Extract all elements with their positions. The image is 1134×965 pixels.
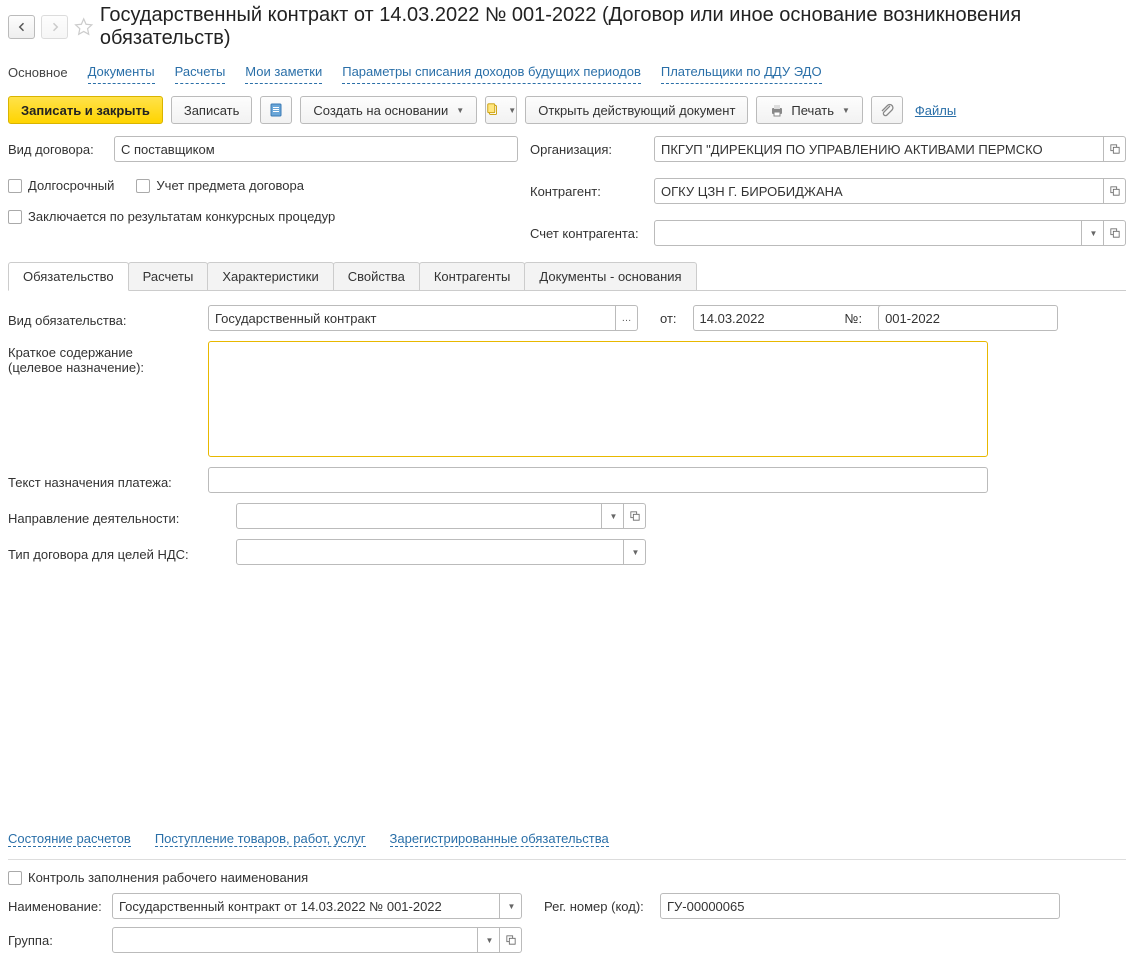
- group-dropdown-button[interactable]: ▼: [478, 927, 500, 953]
- tab-props[interactable]: Свойства: [333, 262, 420, 290]
- page-title: Государственный контракт от 14.03.2022 №…: [100, 4, 1126, 50]
- tab-chars[interactable]: Характеристики: [207, 262, 333, 290]
- report-button[interactable]: [260, 96, 292, 124]
- subject-label[interactable]: Учет предмета договора: [156, 178, 304, 193]
- payment-input[interactable]: [208, 467, 988, 493]
- nav-notes[interactable]: Мои заметки: [245, 60, 322, 84]
- summary-label-2: (целевое назначение):: [8, 360, 198, 375]
- from-label: от:: [660, 311, 677, 326]
- group-input[interactable]: [112, 927, 478, 953]
- account-label: Счет контрагента:: [530, 226, 648, 241]
- reg-label: Рег. номер (код):: [544, 899, 654, 914]
- vat-label: Тип договора для целей НДС:: [8, 543, 226, 562]
- nav-payers[interactable]: Плательщики по ДДУ ЭДО: [661, 60, 822, 84]
- obl-type-input[interactable]: [208, 305, 616, 331]
- tender-checkbox[interactable]: [8, 210, 22, 224]
- tab-counterparties[interactable]: Контрагенты: [419, 262, 526, 290]
- attach-button[interactable]: ▼: [485, 96, 517, 124]
- print-label: Печать: [791, 103, 834, 118]
- files-link[interactable]: Файлы: [915, 103, 956, 118]
- chevron-down-icon: ▼: [456, 106, 464, 115]
- chevron-down-icon: ▼: [842, 106, 850, 115]
- obl-type-more-button[interactable]: …: [616, 305, 638, 331]
- create-based-on-button[interactable]: Создать на основании ▼: [300, 96, 477, 124]
- account-dropdown-button[interactable]: ▼: [1082, 220, 1104, 246]
- account-input[interactable]: [654, 220, 1082, 246]
- chevron-down-icon: ▼: [508, 902, 516, 911]
- summary-label-1: Краткое содержание: [8, 345, 198, 360]
- payment-label: Текст назначения платежа:: [8, 471, 198, 490]
- num-input[interactable]: [878, 305, 1058, 331]
- open-icon: [506, 935, 516, 945]
- direction-open-button[interactable]: [624, 503, 646, 529]
- chevron-down-icon: ▼: [486, 936, 494, 945]
- attachment-button[interactable]: [871, 96, 903, 124]
- arrow-left-icon: [16, 21, 28, 33]
- longterm-label[interactable]: Долгосрочный: [28, 178, 114, 193]
- tender-label[interactable]: Заключается по результатам конкурсных пр…: [28, 209, 335, 224]
- doc-copy-icon: [486, 102, 500, 118]
- reg-input[interactable]: [660, 893, 1060, 919]
- tab-calc[interactable]: Расчеты: [128, 262, 209, 290]
- back-button[interactable]: [8, 15, 35, 39]
- nav-params[interactable]: Параметры списания доходов будущих перио…: [342, 60, 641, 84]
- save-button[interactable]: Записать: [171, 96, 253, 124]
- counter-label: Контрагент:: [530, 184, 648, 199]
- link-goods-receipt[interactable]: Поступление товаров, работ, услуг: [155, 831, 366, 847]
- save-and-close-button[interactable]: Записать и закрыть: [8, 96, 163, 124]
- group-label: Группа:: [8, 933, 106, 948]
- name-label: Наименование:: [8, 899, 106, 914]
- name-input[interactable]: [112, 893, 500, 919]
- open-icon: [1110, 186, 1120, 196]
- link-calc-state[interactable]: Состояние расчетов: [8, 831, 131, 847]
- name-dropdown-button[interactable]: ▼: [500, 893, 522, 919]
- vat-input[interactable]: [236, 539, 624, 565]
- direction-dropdown-button[interactable]: ▼: [602, 503, 624, 529]
- vat-dropdown-button[interactable]: ▼: [624, 539, 646, 565]
- arrow-right-icon: [49, 21, 61, 33]
- num-label: №:: [845, 311, 863, 326]
- org-label: Организация:: [530, 142, 648, 157]
- printer-icon: [769, 102, 785, 118]
- contract-type-input[interactable]: [114, 136, 518, 162]
- paperclip-icon: [879, 102, 895, 118]
- forward-button[interactable]: [41, 15, 68, 39]
- org-input[interactable]: [654, 136, 1104, 162]
- direction-label: Направление деятельности:: [8, 507, 226, 526]
- summary-textarea[interactable]: [208, 341, 988, 457]
- print-button[interactable]: Печать ▼: [756, 96, 863, 124]
- counter-open-button[interactable]: [1104, 178, 1126, 204]
- open-icon: [1110, 144, 1120, 154]
- longterm-checkbox[interactable]: [8, 179, 22, 193]
- open-current-doc-button[interactable]: Открыть действующий документ: [525, 96, 748, 124]
- chevron-down-icon: ▼: [610, 512, 618, 521]
- direction-input[interactable]: [236, 503, 602, 529]
- document-icon: [268, 102, 284, 118]
- favorite-star-icon[interactable]: [74, 17, 93, 37]
- nav-calculations[interactable]: Расчеты: [175, 60, 226, 84]
- tab-basis-docs[interactable]: Документы - основания: [524, 262, 696, 290]
- tab-obligation[interactable]: Обязательство: [8, 262, 129, 291]
- subject-checkbox[interactable]: [136, 179, 150, 193]
- nav-main[interactable]: Основное: [8, 61, 68, 84]
- create-based-label: Создать на основании: [313, 103, 448, 118]
- open-icon: [1110, 228, 1120, 238]
- chevron-down-icon: ▼: [508, 106, 516, 115]
- contract-type-label: Вид договора:: [8, 142, 108, 157]
- open-icon: [630, 511, 640, 521]
- control-checkbox[interactable]: [8, 871, 22, 885]
- control-label[interactable]: Контроль заполнения рабочего наименовани…: [28, 870, 308, 885]
- obl-type-label: Вид обязательства:: [8, 309, 198, 328]
- group-open-button[interactable]: [500, 927, 522, 953]
- nav-documents[interactable]: Документы: [88, 60, 155, 84]
- account-open-button[interactable]: [1104, 220, 1126, 246]
- chevron-down-icon: ▼: [1090, 229, 1098, 238]
- counter-input[interactable]: [654, 178, 1104, 204]
- chevron-down-icon: ▼: [632, 548, 640, 557]
- link-registered-obl[interactable]: Зарегистрированные обязательства: [390, 831, 609, 847]
- org-open-button[interactable]: [1104, 136, 1126, 162]
